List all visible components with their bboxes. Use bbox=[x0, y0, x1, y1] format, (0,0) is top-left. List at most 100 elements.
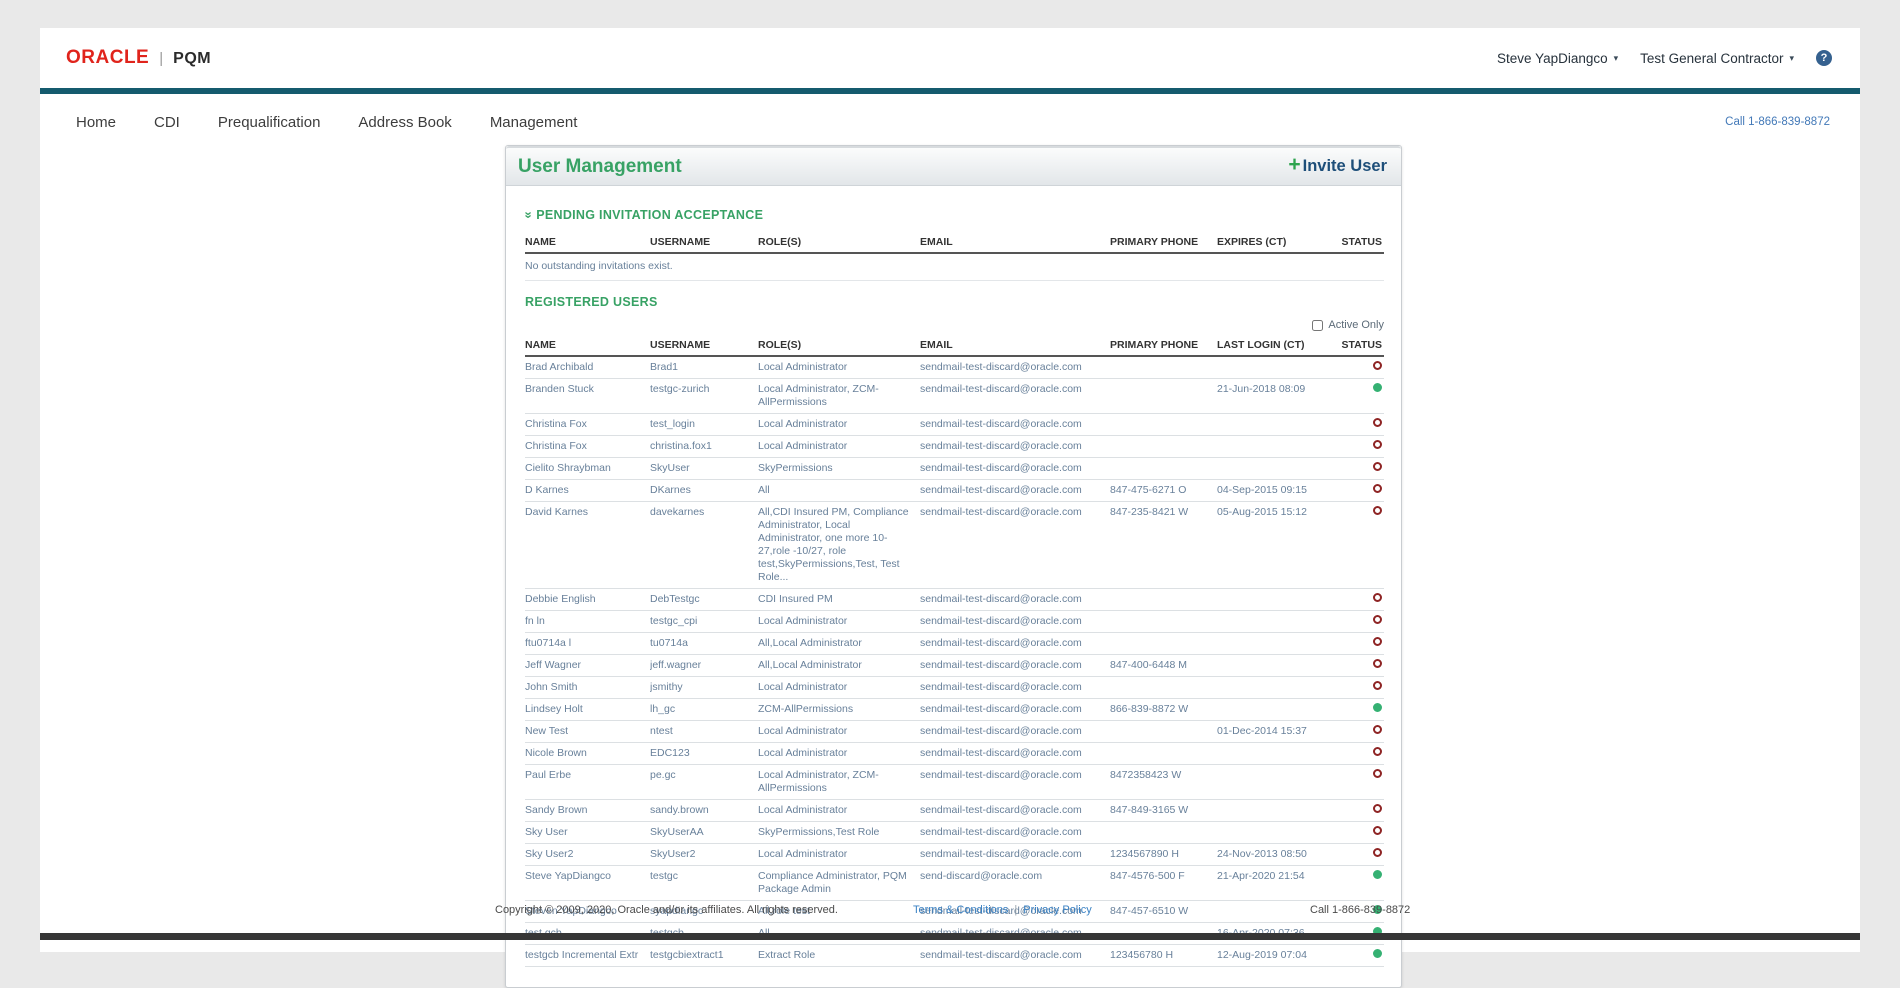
nav-item-management[interactable]: Management bbox=[490, 114, 578, 131]
registered-users-table: NAME USERNAME ROLE(S) EMAIL PRIMARY PHON… bbox=[525, 335, 1384, 967]
help-icon[interactable]: ? bbox=[1816, 50, 1832, 66]
table-row[interactable]: Sky User2 SkyUser2 Local Administrator s… bbox=[525, 844, 1384, 866]
call-phone-link[interactable]: Call 1-866-839-8872 bbox=[1725, 116, 1830, 128]
cell-name[interactable]: fn ln bbox=[525, 611, 650, 633]
top-header: ORACLE | PQM Steve YapDiangco ▾ Test Gen… bbox=[40, 28, 1860, 88]
cell-name[interactable]: Sky User2 bbox=[525, 844, 650, 866]
cell-email: sendmail-test-discard@oracle.com bbox=[920, 844, 1110, 866]
nav-items: Home CDI Prequalification Address Book M… bbox=[76, 114, 577, 131]
col-primary-phone: PRIMARY PHONE bbox=[1110, 335, 1217, 356]
organization-menu[interactable]: Test General Contractor ▾ bbox=[1640, 51, 1794, 66]
table-row[interactable]: Sandy Brown sandy.brown Local Administra… bbox=[525, 800, 1384, 822]
nav-item-prequalification[interactable]: Prequalification bbox=[218, 114, 321, 131]
table-row[interactable]: David Karnes davekarnes All,CDI Insured … bbox=[525, 502, 1384, 589]
cell-last-login: 04-Sep-2015 09:15 bbox=[1217, 480, 1325, 502]
cell-status bbox=[1325, 800, 1384, 822]
cell-name[interactable]: Debbie English bbox=[525, 589, 650, 611]
col-roles: ROLE(S) bbox=[758, 335, 920, 356]
status-inactive-icon bbox=[1373, 506, 1382, 515]
cell-name[interactable]: Christina Fox bbox=[525, 414, 650, 436]
cell-name[interactable]: Sky User bbox=[525, 822, 650, 844]
nav-item-home[interactable]: Home bbox=[76, 114, 116, 131]
cell-last-login bbox=[1217, 822, 1325, 844]
cell-status bbox=[1325, 414, 1384, 436]
cell-roles: CDI Insured PM bbox=[758, 589, 920, 611]
cell-name[interactable]: Paul Erbe bbox=[525, 765, 650, 800]
pending-header-row: NAME USERNAME ROLE(S) EMAIL PRIMARY PHON… bbox=[525, 232, 1384, 253]
cell-last-login bbox=[1217, 699, 1325, 721]
status-inactive-icon bbox=[1373, 804, 1382, 813]
cell-last-login: 21-Jun-2018 08:09 bbox=[1217, 379, 1325, 414]
table-row[interactable]: Christina Fox test_login Local Administr… bbox=[525, 414, 1384, 436]
cell-name[interactable]: Steve YapDiangco bbox=[525, 866, 650, 901]
cell-name[interactable]: New Test bbox=[525, 721, 650, 743]
cell-name[interactable]: Nicole Brown bbox=[525, 743, 650, 765]
status-inactive-icon bbox=[1373, 637, 1382, 646]
cell-roles: Local Administrator bbox=[758, 414, 920, 436]
topbar-right: Steve YapDiangco ▾ Test General Contract… bbox=[1497, 50, 1832, 66]
invite-user-button[interactable]: + Invite User bbox=[1288, 157, 1387, 176]
table-row[interactable]: Nicole Brown EDC123 Local Administrator … bbox=[525, 743, 1384, 765]
cell-name[interactable]: David Karnes bbox=[525, 502, 650, 589]
cell-name[interactable]: John Smith bbox=[525, 677, 650, 699]
table-row[interactable]: fn ln testgc_cpi Local Administrator sen… bbox=[525, 611, 1384, 633]
cell-name[interactable]: ftu0714a l bbox=[525, 633, 650, 655]
active-only-filter: Active Only bbox=[525, 319, 1384, 331]
cell-name[interactable]: Jeff Wagner bbox=[525, 655, 650, 677]
cell-roles: All bbox=[758, 480, 920, 502]
cell-username: jsmithy bbox=[650, 677, 758, 699]
cell-name[interactable]: Christina Fox bbox=[525, 436, 650, 458]
cell-name[interactable]: Cielito Shraybman bbox=[525, 458, 650, 480]
status-active-icon bbox=[1373, 949, 1382, 958]
cell-roles: Local Administrator bbox=[758, 611, 920, 633]
nav-item-cdi[interactable]: CDI bbox=[154, 114, 180, 131]
cell-name[interactable]: Brad Archibald bbox=[525, 356, 650, 379]
table-row[interactable]: Steve YapDiangco testgc Compliance Admin… bbox=[525, 866, 1384, 901]
table-row[interactable]: Sky User SkyUserAA SkyPermissions,Test R… bbox=[525, 822, 1384, 844]
cell-phone bbox=[1110, 356, 1217, 379]
table-row[interactable]: Debbie English DebTestgc CDI Insured PM … bbox=[525, 589, 1384, 611]
cell-name[interactable]: Branden Stuck bbox=[525, 379, 650, 414]
col-name: NAME bbox=[525, 335, 650, 356]
cell-email: sendmail-test-discard@oracle.com bbox=[920, 945, 1110, 967]
status-inactive-icon bbox=[1373, 615, 1382, 624]
table-row[interactable]: Brad Archibald Brad1 Local Administrator… bbox=[525, 356, 1384, 379]
table-row[interactable]: John Smith jsmithy Local Administrator s… bbox=[525, 677, 1384, 699]
cell-username: EDC123 bbox=[650, 743, 758, 765]
table-row[interactable]: New Test ntest Local Administrator sendm… bbox=[525, 721, 1384, 743]
cell-username: testgc-zurich bbox=[650, 379, 758, 414]
table-row[interactable]: testgcb Incremental Extr testgcbiextract… bbox=[525, 945, 1384, 967]
user-management-panel: User Management + Invite User » PENDING … bbox=[505, 145, 1402, 988]
user-menu[interactable]: Steve YapDiangco ▾ bbox=[1497, 51, 1618, 66]
page: ORACLE | PQM Steve YapDiangco ▾ Test Gen… bbox=[40, 28, 1860, 952]
pending-empty-message: No outstanding invitations exist. bbox=[525, 254, 1384, 281]
pending-section-header[interactable]: » PENDING INVITATION ACCEPTANCE bbox=[525, 208, 1382, 222]
user-menu-label: Steve YapDiangco bbox=[1497, 51, 1608, 66]
table-row[interactable]: D Karnes DKarnes All sendmail-test-disca… bbox=[525, 480, 1384, 502]
status-inactive-icon bbox=[1373, 848, 1382, 857]
cell-name[interactable]: Sandy Brown bbox=[525, 800, 650, 822]
cell-status bbox=[1325, 436, 1384, 458]
footer-bar bbox=[40, 933, 1860, 940]
nav-item-address-book[interactable]: Address Book bbox=[358, 114, 451, 131]
cell-roles: Compliance Administrator, PQM Package Ad… bbox=[758, 866, 920, 901]
table-row[interactable]: Branden Stuck testgc-zurich Local Admini… bbox=[525, 379, 1384, 414]
cell-phone bbox=[1110, 414, 1217, 436]
active-only-checkbox[interactable] bbox=[1312, 320, 1323, 331]
cell-phone bbox=[1110, 677, 1217, 699]
panel-header: User Management + Invite User bbox=[506, 146, 1401, 186]
terms-link[interactable]: Terms & Conditions bbox=[913, 904, 1008, 916]
privacy-link[interactable]: Privacy Policy bbox=[1023, 904, 1091, 916]
cell-phone: 866-839-8872 W bbox=[1110, 699, 1217, 721]
cell-status bbox=[1325, 945, 1384, 967]
cell-name[interactable]: D Karnes bbox=[525, 480, 650, 502]
table-row[interactable]: Paul Erbe pe.gc Local Administrator, ZCM… bbox=[525, 765, 1384, 800]
table-row[interactable]: Lindsey Holt lh_gc ZCM-AllPermissions se… bbox=[525, 699, 1384, 721]
table-row[interactable]: Christina Fox christina.fox1 Local Admin… bbox=[525, 436, 1384, 458]
table-row[interactable]: Cielito Shraybman SkyUser SkyPermissions… bbox=[525, 458, 1384, 480]
cell-status bbox=[1325, 633, 1384, 655]
cell-name[interactable]: Lindsey Holt bbox=[525, 699, 650, 721]
table-row[interactable]: Jeff Wagner jeff.wagner All,Local Admini… bbox=[525, 655, 1384, 677]
cell-name[interactable]: testgcb Incremental Extr bbox=[525, 945, 650, 967]
table-row[interactable]: ftu0714a l tu0714a All,Local Administrat… bbox=[525, 633, 1384, 655]
